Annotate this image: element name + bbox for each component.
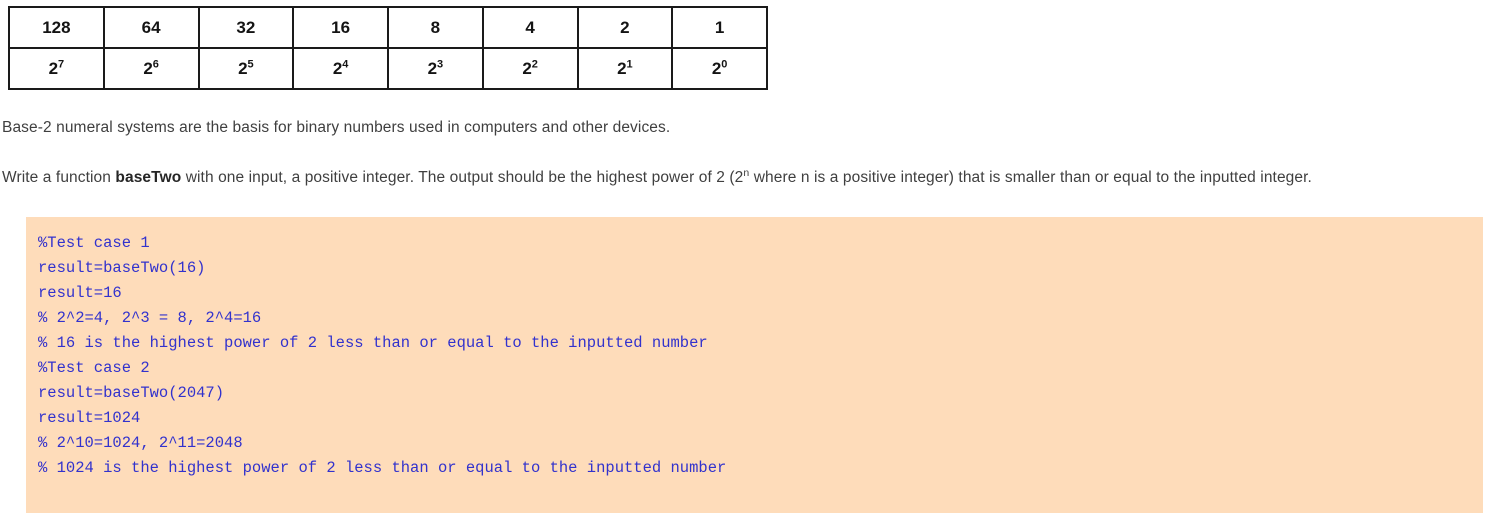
power-base: 2 (238, 59, 248, 78)
table-cell-decimal-8: 8 (387, 6, 484, 49)
function-name-emphasis: baseTwo (115, 168, 182, 186)
code-line: result=16 (38, 284, 122, 302)
table-cell-decimal-1: 1 (671, 6, 768, 49)
test-cases-code-block: %Test case 1 result=baseTwo(16) result=1… (26, 217, 1483, 513)
decimal-values-row: 128 64 32 16 8 4 2 1 (8, 6, 768, 49)
table-cell-power-2-0: 20 (671, 47, 768, 90)
power-exponent: 3 (437, 58, 444, 71)
power-base: 2 (427, 59, 438, 78)
table-cell-decimal-2: 2 (576, 6, 674, 49)
table-cell-decimal-16: 16 (292, 6, 389, 49)
table-cell-power-2-6: 26 (102, 47, 200, 90)
power-base: 2 (143, 59, 153, 78)
power-exponent: 5 (247, 58, 254, 71)
table-cell-decimal-32: 32 (197, 6, 295, 49)
powers-of-two-table-body: 128 64 32 16 8 4 2 1 27 26 25 24 23 22 2… (8, 6, 768, 90)
table-cell-power-2-4: 24 (292, 47, 389, 90)
table-cell-decimal-64: 64 (102, 6, 200, 49)
power-base: 2 (617, 59, 627, 78)
power-base: 2 (332, 59, 343, 78)
table-cell-power-2-3: 23 (387, 47, 484, 90)
task-text-part-3: where n is a positive integer) that is s… (749, 168, 1312, 186)
task-text-part-1: Write a function (2, 168, 116, 186)
power-exponent: 2 (531, 58, 538, 71)
table-cell-power-2-1: 21 (576, 47, 674, 90)
code-line: %Test case 2 (38, 359, 150, 377)
code-line: % 2^2=4, 2^3 = 8, 2^4=16 (38, 309, 262, 327)
code-line: result=baseTwo(16) (38, 259, 206, 277)
power-notation-row: 27 26 25 24 23 22 21 20 (8, 47, 768, 90)
power-base: 2 (711, 59, 722, 78)
table-cell-decimal-128: 128 (8, 6, 105, 49)
code-line: % 2^10=1024, 2^11=2048 (38, 434, 243, 452)
power-base: 2 (48, 59, 59, 78)
task-text-part-2: with one input, a positive integer. The … (181, 168, 744, 186)
table-cell-power-2-2: 22 (481, 47, 579, 90)
power-exponent: 4 (342, 58, 349, 71)
table-cell-power-2-7: 27 (8, 47, 105, 90)
power-exponent: 1 (626, 58, 633, 71)
table-cell-power-2-5: 25 (197, 47, 295, 90)
powers-of-two-table: 128 64 32 16 8 4 2 1 27 26 25 24 23 22 2… (8, 6, 768, 90)
power-base: 2 (522, 59, 532, 78)
code-line: result=baseTwo(2047) (38, 384, 225, 402)
power-exponent: 6 (152, 58, 159, 71)
powers-of-two-table-container: 128 64 32 16 8 4 2 1 27 26 25 24 23 22 2… (8, 6, 768, 90)
task-paragraph: Write a function baseTwo with one input,… (2, 167, 1485, 189)
power-exponent: 0 (721, 58, 728, 71)
power-exponent: 7 (58, 58, 65, 71)
code-line: % 1024 is the highest power of 2 less th… (38, 459, 727, 477)
code-line: %Test case 1 (38, 234, 150, 252)
intro-paragraph: Base-2 numeral systems are the basis for… (2, 118, 671, 136)
code-line: % 16 is the highest power of 2 less than… (38, 334, 708, 352)
table-cell-decimal-4: 4 (481, 6, 579, 49)
code-line: result=1024 (38, 409, 141, 427)
